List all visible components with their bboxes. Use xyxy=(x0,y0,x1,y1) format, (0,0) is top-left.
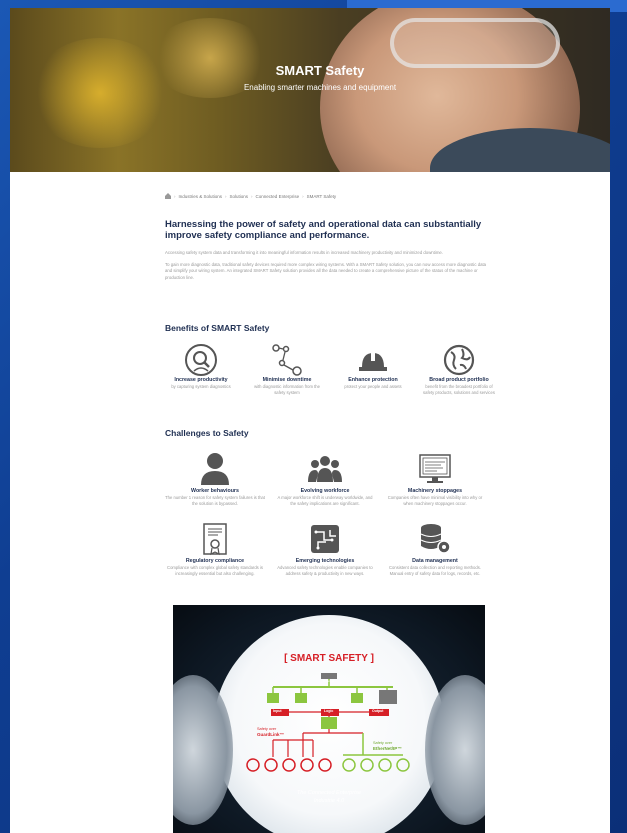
challenge-item: Data management Consistent data collecti… xyxy=(385,520,485,576)
benefits-heading: Benefits of SMART Safety xyxy=(165,323,270,333)
breadcrumb-current: SMART Safety xyxy=(306,194,337,199)
benefit-item: Enhance protection protect your people a… xyxy=(337,343,409,395)
benefit-item: Broad product portfolio benefit from the… xyxy=(423,343,495,395)
benefits-list: Increase productivity by capturing syste… xyxy=(165,343,495,395)
challenge-desc: Advanced safety technologies enable comp… xyxy=(277,565,373,576)
breadcrumb-separator: › xyxy=(225,194,227,199)
home-icon[interactable] xyxy=(165,193,171,199)
challenge-item: Machinery stoppages Companies often have… xyxy=(385,450,485,506)
diagram-safety-over-right: Safety over xyxy=(373,741,393,745)
hero-subtitle: Enabling smarter machines and equipment xyxy=(243,83,397,92)
benefit-desc: by capturing system diagnostics xyxy=(171,384,231,389)
challenge-item: Emerging technologies Advanced safety te… xyxy=(275,520,375,576)
hard-hat-icon xyxy=(337,343,409,377)
database-gear-icon xyxy=(385,520,485,558)
challenge-desc: Compliance with complex global safety st… xyxy=(167,565,263,576)
breadcrumb: › Industries & Solutions › Solutions › C… xyxy=(165,193,495,199)
challenge-item: Evolving workforce A major workforce shi… xyxy=(275,450,375,506)
breadcrumb-separator: › xyxy=(174,194,176,199)
challenge-title: Worker behaviours xyxy=(191,488,239,494)
diagram-footer-line1: The Connected Enterprise xyxy=(296,790,362,796)
benefit-item: Increase productivity by capturing syste… xyxy=(165,343,237,395)
hero-goggles xyxy=(390,18,560,68)
diagram-guardlink-label: GuardLink™ xyxy=(257,732,285,737)
challenge-desc: Companies often have minimal visibility … xyxy=(387,495,483,506)
globe-icon xyxy=(423,343,495,377)
diagram-ethernetip-label: EtherNet/IP™ xyxy=(373,746,402,751)
breadcrumb-item[interactable]: Industries & Solutions xyxy=(179,194,223,199)
challenge-item: Regulatory compliance Compliance with co… xyxy=(165,520,265,576)
challenges-row: Worker behaviours The number 1 reason fo… xyxy=(165,450,485,506)
breadcrumb-separator: › xyxy=(251,194,253,199)
diagram-safety-devices xyxy=(246,758,410,772)
hero-title: SMART Safety xyxy=(275,63,365,78)
diagram-input-label: Input xyxy=(273,709,282,713)
challenges-section: Challenges to Safety Worker behaviours T… xyxy=(165,428,505,576)
benefit-desc: benefit from the broadest portfolio of s… xyxy=(423,384,495,395)
challenge-title: Regulatory compliance xyxy=(185,558,245,564)
challenge-desc: Consistent data collection and reporting… xyxy=(389,565,481,576)
benefit-title: Increase productivity xyxy=(174,377,228,383)
challenge-title: Emerging technologies xyxy=(295,558,355,564)
magnifier-icon xyxy=(165,343,237,377)
diagram-device xyxy=(351,693,363,703)
intro-section: › Industries & Solutions › Solutions › C… xyxy=(165,193,495,281)
diagram-ethernet-label: Ethernet xyxy=(323,679,335,683)
worker-icon xyxy=(165,450,265,488)
benefit-desc: protect your people and assets xyxy=(344,384,402,389)
challenge-title: Machinery stoppages xyxy=(407,488,463,494)
group-icon xyxy=(275,450,375,488)
diagram-footer-line2: Industrie 4.0 xyxy=(313,798,345,804)
circuit-icon xyxy=(275,520,375,558)
benefit-desc: with diagnostic information from the saf… xyxy=(254,384,320,395)
document-seal-icon xyxy=(165,520,265,558)
smart-safety-diagram: [ SMART SAFETY ] Ethernet Input Logic Ou… xyxy=(173,605,485,833)
breadcrumb-item[interactable]: Solutions xyxy=(230,194,249,199)
diagram-output-label: Output xyxy=(372,709,384,713)
benefit-title: Minimise downtime xyxy=(262,377,312,383)
web-page: SMART Safety Enabling smarter machines a… xyxy=(10,8,610,833)
diagram-logic-label: Logic xyxy=(324,709,334,713)
challenges-heading: Challenges to Safety xyxy=(165,428,249,438)
page-headline: Harnessing the power of safety and opera… xyxy=(165,219,482,241)
intro-paragraph: Accessing safety system data and transfo… xyxy=(165,250,443,255)
benefits-section: Benefits of SMART Safety Increase produc… xyxy=(165,323,505,395)
benefit-item: Minimise downtime with diagnostic inform… xyxy=(251,343,323,395)
hero-bg-light xyxy=(30,38,170,148)
breadcrumb-item[interactable]: Connected Enterprise xyxy=(256,194,300,199)
benefit-title: Broad product portfolio xyxy=(429,377,489,383)
challenge-title: Data management xyxy=(412,558,458,564)
challenge-desc: A major workforce shift is underway worl… xyxy=(277,495,373,506)
challenge-title: Evolving workforce xyxy=(300,488,350,494)
diagram-device xyxy=(267,693,279,703)
monitor-icon xyxy=(385,450,485,488)
hero-banner: SMART Safety Enabling smarter machines a… xyxy=(10,8,610,172)
challenge-desc: The number 1 reason for safety system fa… xyxy=(165,495,265,506)
intro-paragraph-2: To gain more diagnostic data, traditiona… xyxy=(165,262,487,280)
challenge-item: Worker behaviours The number 1 reason fo… xyxy=(165,450,265,506)
diagram-device xyxy=(295,693,307,703)
diagram-controller xyxy=(321,717,337,729)
benefit-title: Enhance protection xyxy=(348,377,398,383)
challenges-row: Regulatory compliance Compliance with co… xyxy=(165,520,485,576)
network-nodes-icon xyxy=(251,343,323,377)
breadcrumb-separator: › xyxy=(302,194,304,199)
diagram-safety-over-left: Safety over xyxy=(257,727,277,731)
diagram-machine xyxy=(379,690,397,704)
